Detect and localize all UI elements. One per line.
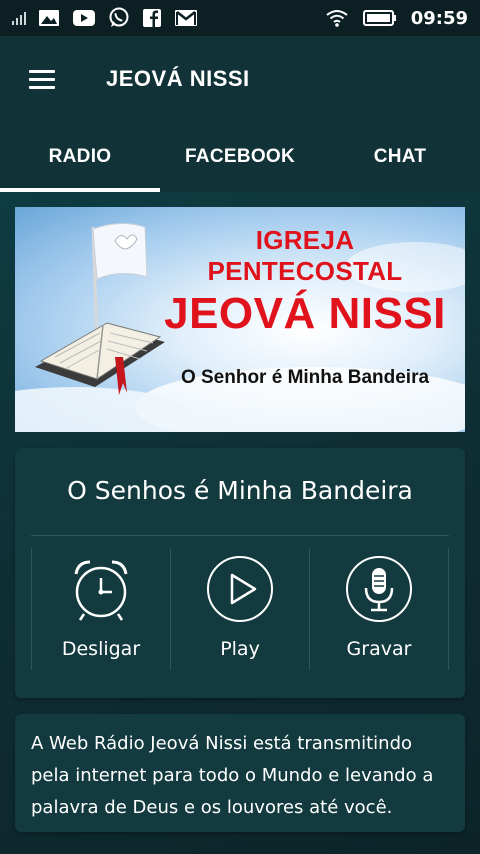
turn-off-label: Desligar	[61, 638, 141, 660]
banner-line-2: JEOVÁ NISSI	[164, 289, 446, 338]
wifi-icon	[326, 10, 348, 27]
youtube-icon	[73, 10, 95, 26]
facebook-icon	[143, 9, 161, 27]
play-button[interactable]: Play	[170, 548, 309, 670]
banner-line-3: O Senhor é Minha Bandeira	[180, 367, 430, 388]
signal-icon	[12, 11, 26, 25]
info-text: A Web Rádio Jeová Nissi está transmitind…	[31, 733, 434, 818]
player-controls: Desligar Play Gravar	[31, 548, 449, 670]
tab-facebook[interactable]: FACEBOOK	[160, 122, 320, 192]
record-button[interactable]: Gravar	[309, 548, 449, 670]
banner-line-1: IGREJA PENTECOSTAL	[207, 225, 403, 286]
divider	[31, 535, 449, 536]
app-bar: JEOVÁ NISSI	[0, 36, 480, 122]
alarm-clock-icon	[74, 560, 128, 621]
gmail-icon	[175, 10, 197, 26]
play-icon	[207, 556, 273, 622]
info-card: A Web Rádio Jeová Nissi está transmitind…	[15, 714, 465, 832]
status-bar: 09:59	[0, 0, 480, 36]
player-title: O Senhos é Minha Bandeira	[67, 476, 413, 505]
turn-off-button[interactable]: Desligar	[31, 548, 170, 670]
player-card: O Senhos é Minha Bandeira Desligar Play …	[15, 448, 465, 698]
microphone-icon	[346, 556, 412, 622]
app-title: JEOVÁ NISSI	[106, 66, 250, 91]
tab-bar: RADIO FACEBOOK CHAT	[0, 122, 480, 192]
clock: 09:59	[410, 7, 468, 29]
church-banner: IGREJA PENTECOSTAL JEOVÁ NISSI O Senhor …	[15, 207, 465, 432]
play-label: Play	[220, 638, 260, 660]
whatsapp-icon	[109, 7, 129, 27]
tab-chat[interactable]: CHAT	[320, 122, 480, 192]
main-content: IGREJA PENTECOSTAL JEOVÁ NISSI O Senhor …	[0, 192, 480, 854]
hamburger-icon	[29, 65, 55, 94]
record-label: Gravar	[346, 638, 412, 660]
menu-button[interactable]	[0, 36, 84, 122]
battery-icon	[362, 10, 396, 26]
tab-radio[interactable]: RADIO	[0, 122, 160, 192]
gallery-icon	[39, 10, 59, 26]
